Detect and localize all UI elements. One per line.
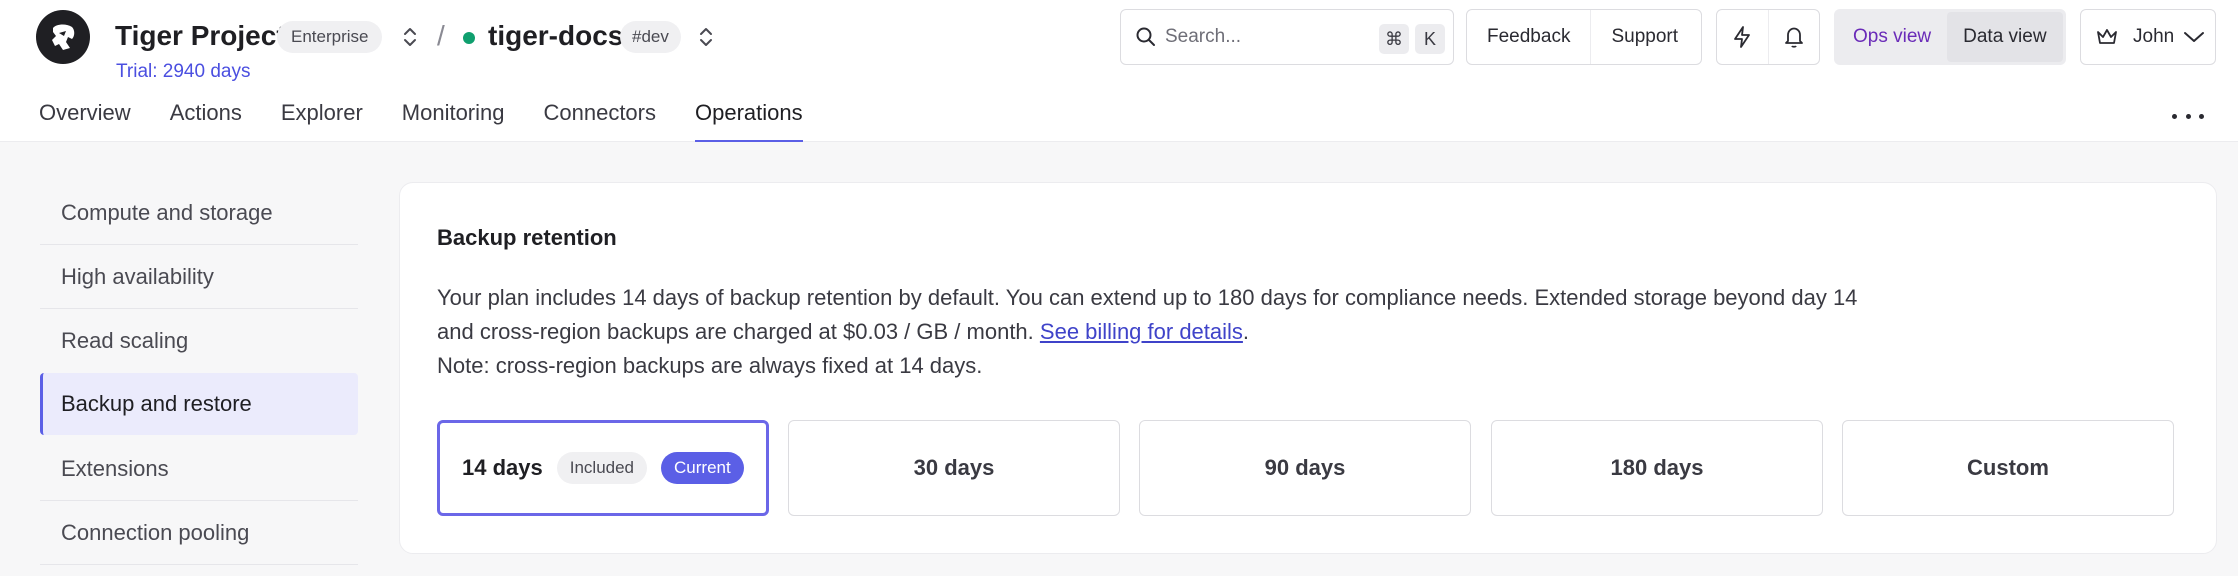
description-period: . — [1242, 319, 1250, 344]
more-options-icon[interactable] — [2172, 104, 2204, 128]
search-placeholder: Search... — [1165, 26, 1242, 47]
option-label: 30 days — [913, 455, 995, 480]
support-button[interactable]: Support — [1590, 10, 1698, 64]
shortcut-key-cmd: ⌘ — [1379, 24, 1409, 54]
service-status-indicator — [463, 32, 475, 44]
retention-option-180-days[interactable]: 180 days — [1491, 420, 1823, 516]
retention-option-14-days[interactable]: 14 days Included Current — [437, 420, 769, 516]
option-label: 90 days — [1264, 455, 1346, 480]
view-toggle: Ops view Data view — [1834, 9, 2066, 65]
retention-option-90-days[interactable]: 90 days — [1139, 420, 1471, 516]
top-header: Tiger Project Enterprise / tiger-docs #d… — [0, 0, 2238, 142]
card-description: Your plan includes 14 days of backup ret… — [437, 281, 1877, 383]
crown-icon — [2097, 29, 2117, 44]
tab-explorer[interactable]: Explorer — [281, 100, 363, 142]
search-icon — [1136, 27, 1155, 46]
sidebar-item-backup-restore[interactable]: Backup and restore — [40, 373, 358, 435]
current-badge: Current — [661, 452, 744, 484]
chevron-down-icon — [2184, 32, 2204, 42]
feedback-button[interactable]: Feedback — [1467, 10, 1590, 64]
sidebar-item-compute-storage[interactable]: Compute and storage — [40, 182, 358, 244]
sidebar-divider — [40, 500, 358, 501]
service-name[interactable]: tiger-docs — [488, 20, 623, 52]
trial-days-link[interactable]: Trial: 2940 days — [116, 61, 250, 83]
plan-badge: Enterprise — [277, 21, 383, 53]
sidebar-item-high-availability[interactable]: High availability — [40, 246, 358, 308]
backup-retention-card: Backup retention Your plan includes 14 d… — [399, 182, 2217, 554]
env-badge: #dev — [620, 21, 681, 53]
tab-actions[interactable]: Actions — [170, 100, 242, 142]
tab-monitoring[interactable]: Monitoring — [402, 100, 505, 142]
option-label: Custom — [1967, 455, 2049, 480]
quick-actions-group — [1716, 9, 1820, 65]
project-switcher-icon[interactable] — [399, 22, 421, 52]
note-text: Note: cross-region backups are always fi… — [437, 353, 983, 378]
project-name[interactable]: Tiger Project — [115, 20, 286, 52]
service-switcher-icon[interactable] — [695, 22, 717, 52]
option-label: 180 days — [1610, 455, 1704, 480]
search-input[interactable]: Search... ⌘ K — [1120, 9, 1454, 65]
sidebar-item-extensions[interactable]: Extensions — [40, 438, 358, 500]
lightning-icon[interactable] — [1717, 10, 1768, 64]
retention-option-30-days[interactable]: 30 days — [788, 420, 1120, 516]
shortcut-key-k: K — [1415, 24, 1445, 54]
sidebar-divider — [40, 564, 358, 565]
feedback-support-group: Feedback Support — [1466, 9, 1702, 65]
sidebar-item-connection-pooling[interactable]: Connection pooling — [40, 502, 358, 564]
ops-view-button[interactable]: Ops view — [1837, 12, 1948, 62]
main-tabs: Overview Actions Explorer Monitoring Con… — [39, 100, 842, 142]
breadcrumb-separator: / — [437, 20, 445, 51]
tiger-logo-icon[interactable] — [36, 10, 90, 64]
user-name: John — [2133, 26, 2175, 47]
tab-overview[interactable]: Overview — [39, 100, 131, 142]
option-label: 14 days — [462, 455, 543, 480]
sidebar-divider — [40, 308, 358, 309]
sidebar-divider — [40, 244, 358, 245]
card-title: Backup retention — [437, 225, 617, 250]
bell-icon[interactable] — [1767, 10, 1819, 64]
tab-connectors[interactable]: Connectors — [543, 100, 656, 142]
billing-details-link[interactable]: See billing for details — [1040, 319, 1243, 344]
included-badge: Included — [556, 452, 648, 484]
tab-operations[interactable]: Operations — [695, 100, 803, 142]
sidebar-item-read-scaling[interactable]: Read scaling — [40, 310, 358, 372]
user-menu-button[interactable]: John — [2080, 9, 2216, 65]
data-view-button[interactable]: Data view — [1947, 12, 2063, 62]
retention-option-custom[interactable]: Custom — [1842, 420, 2174, 516]
